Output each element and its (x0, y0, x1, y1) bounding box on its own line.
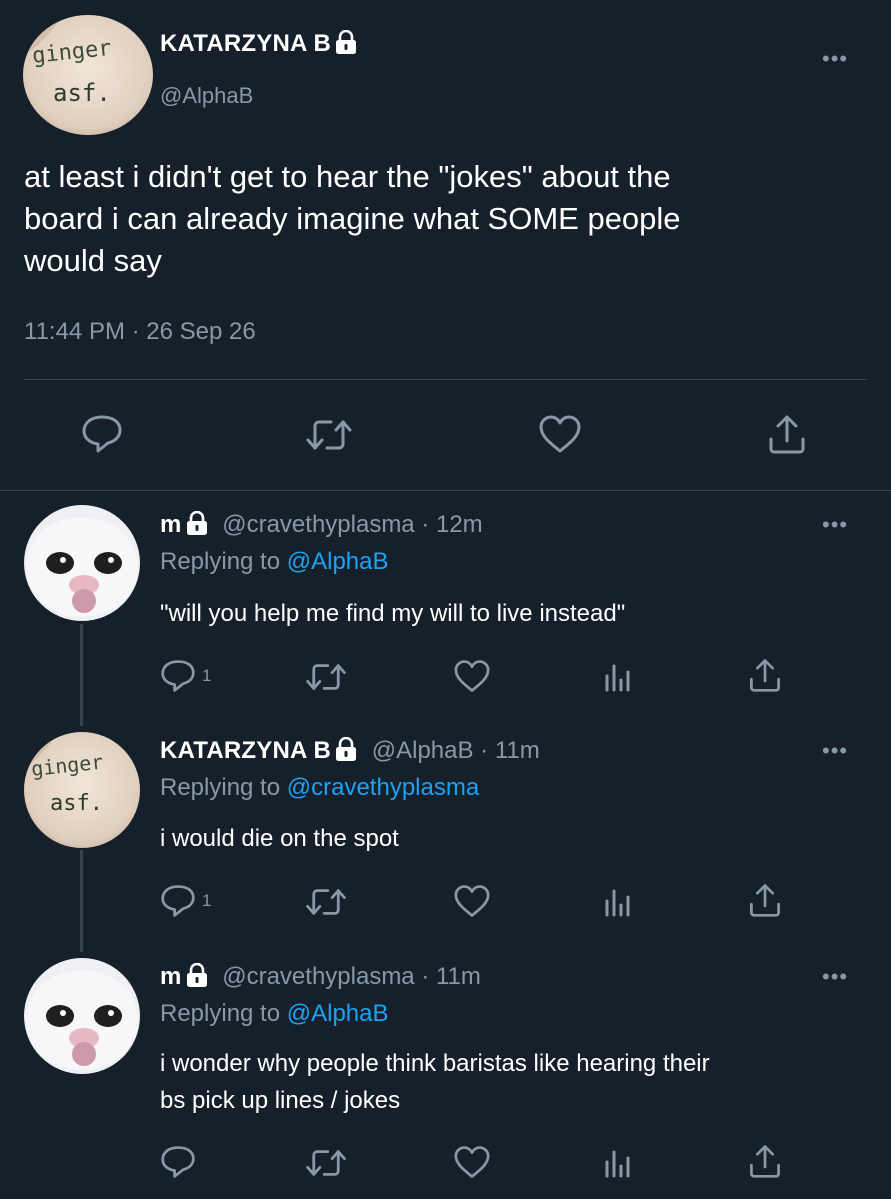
retweet-icon[interactable] (305, 662, 347, 692)
replying-to: Replying to @cravethyplasma (160, 774, 479, 802)
tweet-text: at least i didn't get to hear the "jokes… (24, 156, 681, 282)
more-icon[interactable]: ••• (822, 966, 848, 988)
lock-icon (186, 963, 207, 987)
tweet-text-line: bs pick up lines / jokes (160, 1087, 401, 1114)
handle-time[interactable]: @cravethyplasma · 12m (222, 511, 482, 538)
display-name[interactable]: KATARZYNA B (160, 30, 357, 58)
lock-icon (336, 30, 357, 54)
thread-line (80, 624, 83, 726)
tweet-text-line: at least i didn't get to hear the "jokes… (24, 159, 671, 194)
analytics-icon[interactable] (603, 1146, 633, 1178)
reply-count: 1 (202, 891, 212, 910)
replying-to-prefix: Replying to (160, 774, 287, 801)
tweet-text-line: would say (24, 243, 162, 278)
like-icon[interactable] (453, 659, 491, 693)
avatar[interactable] (24, 505, 140, 621)
like-icon[interactable] (453, 884, 491, 918)
lock-icon (186, 511, 207, 535)
tweet-text: i wonder why people think baristas like … (160, 1045, 710, 1119)
handle[interactable]: @AlphaB (160, 83, 253, 109)
tweet-text-line: "will you help me find my will to live i… (160, 600, 626, 627)
avatar[interactable] (24, 958, 140, 1074)
tweet-text-line: i wonder why people think baristas like … (160, 1050, 710, 1077)
handle-time[interactable]: @AlphaB · 11m (372, 737, 540, 764)
tweet-text-line: i would die on the spot (160, 825, 399, 852)
tweet-text: "will you help me find my will to live i… (160, 595, 625, 632)
reply-header: m @cravethyplasma · 12m (160, 511, 483, 539)
avatar[interactable]: ginger asf. (24, 732, 140, 848)
reply-icon[interactable] (160, 884, 196, 918)
replying-to-prefix: Replying to (160, 548, 287, 575)
share-icon[interactable] (767, 413, 807, 455)
reply-count: 1 (202, 666, 212, 685)
reply-header: KATARZYNA B @AlphaB · 11m (160, 737, 540, 765)
retweet-icon[interactable] (305, 1148, 347, 1178)
share-icon[interactable] (748, 882, 782, 918)
display-name-text[interactable]: KATARZYNA B (160, 30, 331, 57)
tweet-text-line: board i can already imagine what SOME pe… (24, 201, 681, 236)
analytics-icon[interactable] (603, 660, 633, 692)
reply-icon[interactable] (160, 1145, 196, 1179)
divider (24, 379, 867, 380)
more-icon[interactable]: ••• (822, 514, 848, 536)
replying-to-link[interactable]: @cravethyplasma (287, 774, 479, 801)
analytics-icon[interactable] (603, 885, 633, 917)
reply-header: m @cravethyplasma · 11m (160, 963, 481, 991)
tweet-text: i would die on the spot (160, 820, 399, 857)
display-name[interactable]: KATARZYNA B (160, 737, 331, 764)
replying-to: Replying to @AlphaB (160, 1000, 389, 1028)
divider (0, 490, 891, 491)
display-name[interactable]: m (160, 963, 182, 990)
share-icon[interactable] (748, 657, 782, 693)
retweet-icon[interactable] (305, 887, 347, 917)
lock-icon (336, 737, 357, 761)
more-icon[interactable]: ••• (822, 48, 848, 70)
thread-line (80, 850, 83, 952)
avatar[interactable]: ginger asf. (23, 15, 153, 135)
reply-icon[interactable] (81, 414, 123, 454)
replying-to-prefix: Replying to (160, 1000, 287, 1027)
handle-time[interactable]: @cravethyplasma · 11m (222, 963, 481, 990)
replying-to: Replying to @AlphaB (160, 548, 389, 576)
display-name[interactable]: m (160, 511, 182, 538)
share-icon[interactable] (748, 1143, 782, 1179)
like-icon[interactable] (538, 414, 582, 454)
replying-to-link[interactable]: @AlphaB (287, 548, 389, 575)
avatar-shirt-text: asf. (50, 791, 103, 816)
avatar-shirt-text: asf. (53, 79, 111, 107)
timestamp[interactable]: 11:44 PM · 26 Sep 26 (24, 318, 256, 346)
replying-to-link[interactable]: @AlphaB (287, 1000, 389, 1027)
more-icon[interactable]: ••• (822, 740, 848, 762)
reply-icon[interactable] (160, 659, 196, 693)
retweet-icon[interactable] (305, 418, 353, 452)
like-icon[interactable] (453, 1145, 491, 1179)
